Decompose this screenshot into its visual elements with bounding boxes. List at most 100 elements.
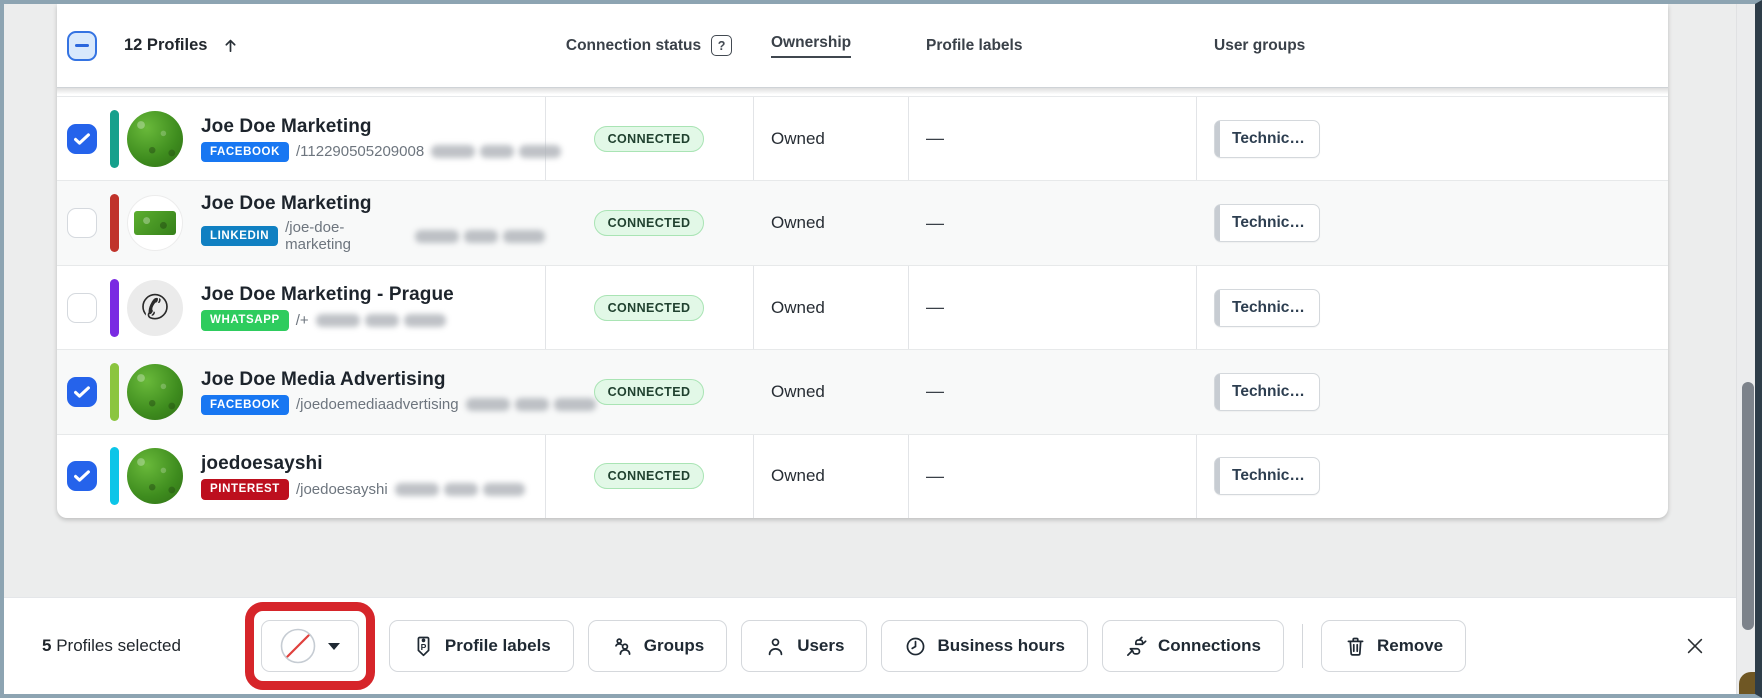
- platform-badge: PINTEREST: [201, 479, 289, 499]
- user-group-chip[interactable]: Technic…: [1214, 120, 1320, 158]
- indeterminate-minus-icon: [75, 44, 89, 47]
- profile-avatar: ✆: [127, 280, 183, 336]
- button-label: Profile labels: [445, 636, 551, 656]
- profile-color-picker-button[interactable]: [261, 620, 359, 672]
- profile-handle: /joe-doe-marketing: [285, 219, 408, 253]
- row-checkbox[interactable]: [67, 208, 97, 238]
- table-row: joedoesayshi PINTEREST /joedoesayshi CON…: [57, 435, 1668, 518]
- ownership-value: Owned: [753, 382, 908, 402]
- sort-ascending-icon[interactable]: [221, 36, 240, 55]
- redacted-phone-number: [395, 483, 525, 496]
- profile-labels-value: —: [908, 128, 1196, 149]
- groups-icon: [611, 635, 634, 658]
- column-header-ownership[interactable]: Ownership: [771, 34, 851, 58]
- business-hours-button[interactable]: Business hours: [881, 620, 1088, 672]
- row-checkbox[interactable]: [67, 124, 97, 154]
- column-header-user-groups[interactable]: User groups: [1214, 37, 1305, 54]
- platform-badge: FACEBOOK: [201, 395, 289, 415]
- column-header-profile-labels[interactable]: Profile labels: [926, 37, 1022, 54]
- table-body: Joe Doe Marketing FACEBOOK /112290505209…: [57, 97, 1668, 518]
- user-group-label: Technic…: [1232, 383, 1305, 400]
- profiles-table-card: 12 Profiles Connection status ? Ownershi…: [57, 4, 1668, 518]
- profile-name: Joe Doe Marketing: [201, 116, 561, 138]
- table-row: Joe Doe Marketing FACEBOOK /112290505209…: [57, 97, 1668, 181]
- users-button[interactable]: Users: [741, 620, 867, 672]
- profile-labels-button[interactable]: Profile labels: [389, 620, 574, 672]
- profile-color-bar: [110, 279, 119, 337]
- profile-color-bar: [110, 447, 119, 505]
- platform-badge: LINKEDIN: [201, 226, 278, 246]
- ownership-value: Owned: [753, 298, 908, 318]
- selected-count-label: 5 Profiles selected: [42, 636, 181, 656]
- vertical-scrollbar-thumb[interactable]: [1742, 382, 1754, 630]
- ownership-value: Owned: [753, 466, 908, 486]
- user-group-chip[interactable]: Technic…: [1214, 289, 1320, 327]
- profile-handle: /joedoesayshi: [296, 481, 388, 498]
- button-label: Business hours: [937, 636, 1065, 656]
- groups-button[interactable]: Groups: [588, 620, 727, 672]
- redacted-phone-number: [415, 230, 545, 243]
- close-icon: [1684, 635, 1706, 657]
- no-color-circle-icon: [280, 628, 316, 664]
- profile-avatar: [127, 448, 183, 504]
- profile-handle: /joedoemediaadvertising: [296, 396, 459, 413]
- profile-avatar: [127, 111, 183, 167]
- chevron-down-icon: [328, 643, 340, 650]
- profile-name: Joe Doe Marketing: [201, 193, 545, 215]
- remove-button[interactable]: Remove: [1321, 620, 1466, 672]
- profile-color-bar: [110, 363, 119, 421]
- profile-labels-value: —: [908, 213, 1196, 234]
- profile-labels-value: —: [908, 466, 1196, 487]
- button-label: Connections: [1158, 636, 1261, 656]
- check-icon: [71, 128, 93, 150]
- profile-avatar: [127, 195, 183, 251]
- profile-color-picker-wrap: [261, 620, 359, 672]
- profiles-count-label: 12 Profiles: [124, 36, 207, 55]
- user-group-chip[interactable]: Technic…: [1214, 204, 1320, 242]
- check-icon: [71, 381, 93, 403]
- close-bulk-bar-button[interactable]: [1680, 631, 1710, 661]
- user-group-label: Technic…: [1232, 214, 1305, 231]
- trash-icon: [1344, 635, 1367, 658]
- redacted-phone-number: [431, 145, 561, 158]
- footer-divider: [1302, 624, 1303, 668]
- profile-handle: /+: [296, 312, 309, 329]
- plug-icon: [1125, 635, 1148, 658]
- user-group-label: Technic…: [1232, 130, 1305, 147]
- connection-status-badge: CONNECTED: [594, 463, 705, 489]
- connections-button[interactable]: Connections: [1102, 620, 1284, 672]
- table-header-row: 12 Profiles Connection status ? Ownershi…: [57, 4, 1668, 88]
- profile-color-bar: [110, 194, 119, 252]
- profile-handle: /112290505209008: [296, 143, 424, 160]
- clock-icon: [904, 635, 927, 658]
- column-header-connection-status[interactable]: Connection status: [566, 37, 701, 55]
- profile-label-tag-icon: [412, 635, 435, 658]
- button-label: Groups: [644, 636, 704, 656]
- profiles-table-screen: 12 Profiles Connection status ? Ownershi…: [0, 0, 1762, 698]
- profile-labels-value: —: [908, 381, 1196, 402]
- row-checkbox[interactable]: [67, 377, 97, 407]
- row-checkbox[interactable]: [67, 461, 97, 491]
- select-all-checkbox[interactable]: [67, 31, 97, 61]
- redacted-phone-number: [466, 398, 596, 411]
- row-checkbox[interactable]: [67, 293, 97, 323]
- user-icon: [764, 635, 787, 658]
- window-corner-artifact: [1739, 672, 1755, 694]
- platform-badge: WHATSAPP: [201, 310, 289, 330]
- user-group-label: Technic…: [1232, 299, 1305, 316]
- user-group-chip[interactable]: Technic…: [1214, 373, 1320, 411]
- check-icon: [71, 465, 93, 487]
- profile-name: joedoesayshi: [201, 453, 525, 475]
- bulk-actions-bar: 5 Profiles selected Profile labels Groups…: [4, 597, 1736, 694]
- button-label: Users: [797, 636, 844, 656]
- help-icon[interactable]: ?: [711, 35, 732, 56]
- user-group-chip[interactable]: Technic…: [1214, 457, 1320, 495]
- profile-color-bar: [110, 110, 119, 168]
- profile-name: Joe Doe Media Advertising: [201, 369, 596, 391]
- redacted-phone-number: [316, 314, 446, 327]
- ownership-value: Owned: [753, 213, 908, 233]
- profile-labels-value: —: [908, 297, 1196, 318]
- connection-status-badge: CONNECTED: [594, 210, 705, 236]
- ownership-value: Owned: [753, 129, 908, 149]
- profile-avatar: [127, 364, 183, 420]
